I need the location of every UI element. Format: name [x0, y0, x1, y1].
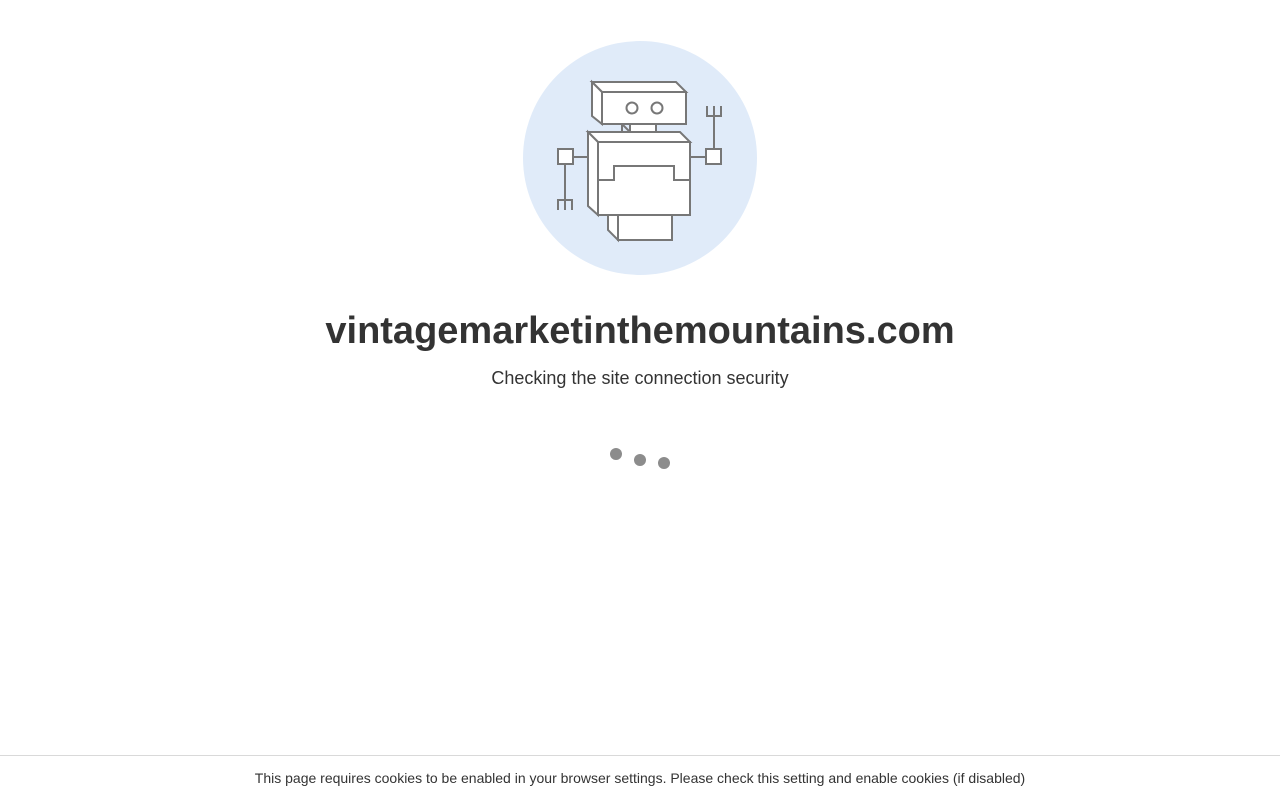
loading-dot — [610, 448, 622, 460]
robot-illustration — [522, 40, 758, 276]
loading-dot — [658, 457, 670, 469]
status-message: Checking the site connection security — [491, 368, 789, 388]
cookie-notice-text: This page requires cookies to be enabled… — [254, 770, 1026, 786]
security-check-page: vintagemarketinthemountains.com Checking… — [0, 0, 1280, 800]
site-name-heading: vintagemarketinthemountains.com — [325, 310, 955, 352]
loading-indicator — [600, 440, 680, 480]
loading-dot — [634, 454, 646, 466]
robot-icon — [523, 41, 757, 275]
cookie-notice-footer: This page requires cookies to be enabled… — [0, 755, 1280, 800]
